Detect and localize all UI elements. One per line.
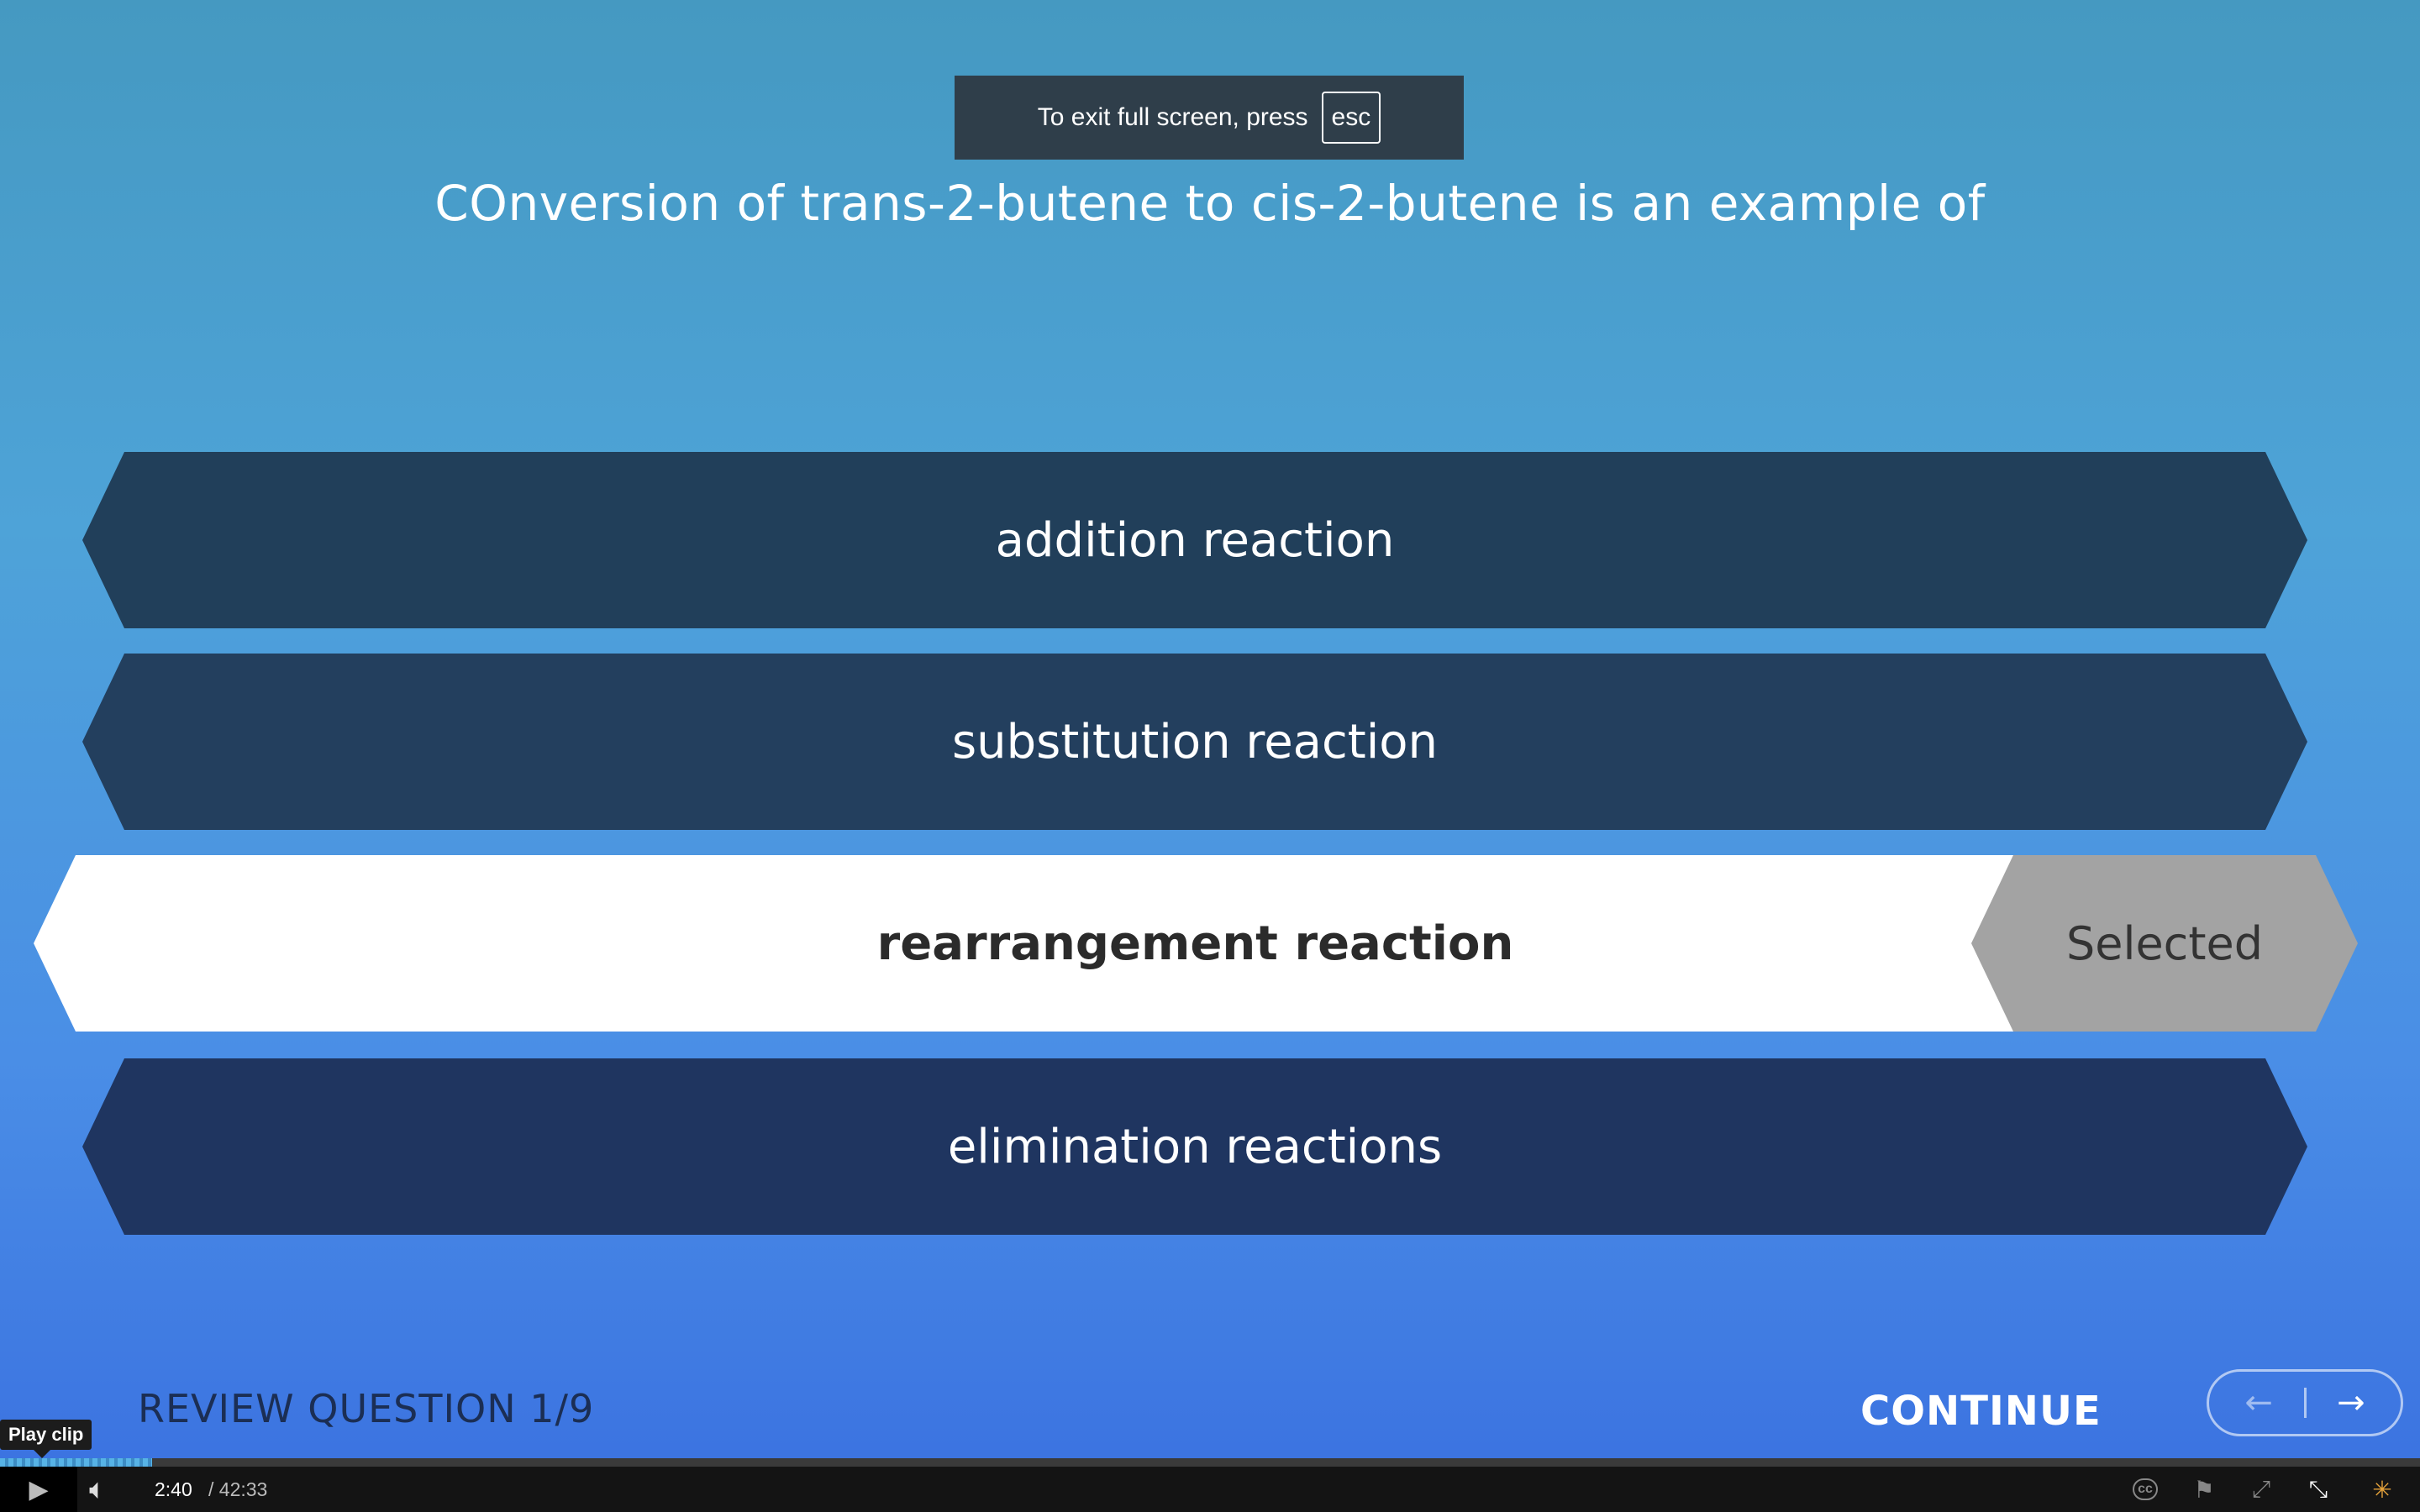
- selected-badge: Selected: [1971, 855, 2358, 1032]
- quiz-stage: To exit full screen, press esc COnversio…: [0, 0, 2420, 1458]
- fullscreen-notice-text: To exit full screen, press: [1037, 103, 1308, 131]
- answer-option-rearrangement[interactable]: rearrangement reaction Selected: [34, 855, 2358, 1032]
- total-time: / 42:33: [208, 1478, 268, 1500]
- flag-button[interactable]: ⚑: [2183, 1467, 2225, 1512]
- fullscreen-icon: ⤢: [2251, 1475, 2271, 1503]
- fullscreen-notice: To exit full screen, press esc: [955, 76, 1464, 160]
- answer-option-label: elimination reactions: [947, 1119, 1443, 1174]
- video-player-bar: ▶ 🔈︎ 2:40 / 42:33 cc ⚑ ⤢ ⤡ ✳: [0, 1458, 2420, 1512]
- prev-arrow-icon[interactable]: ←: [2244, 1383, 2273, 1422]
- play-clip-tooltip: Play clip: [0, 1420, 92, 1458]
- review-question-counter: REVIEW QUESTION 1/9: [138, 1386, 595, 1431]
- answer-option-selected-body: rearrangement reaction: [34, 855, 2033, 1032]
- nav-divider: [2303, 1388, 2307, 1418]
- play-icon: ▶: [29, 1474, 49, 1504]
- answer-option-label: addition reaction: [995, 512, 1395, 568]
- question-text: COnversion of trans-2-butene to cis-2-bu…: [434, 175, 1986, 232]
- progress-bar[interactable]: [0, 1458, 2420, 1467]
- closed-captions-button[interactable]: cc: [2124, 1467, 2166, 1512]
- answer-option-elimination[interactable]: elimination reactions: [82, 1058, 2307, 1235]
- answer-option-addition[interactable]: addition reaction: [82, 452, 2307, 628]
- fullscreen-button[interactable]: ⤢: [2240, 1467, 2282, 1512]
- brand-logo-button[interactable]: ✳: [2361, 1467, 2403, 1512]
- exit-fullscreen-button[interactable]: ⤡: [2297, 1467, 2339, 1512]
- next-arrow-icon[interactable]: →: [2337, 1383, 2365, 1422]
- exit-fullscreen-icon: ⤡: [2308, 1475, 2328, 1503]
- answer-option-substitution[interactable]: substitution reaction: [82, 654, 2307, 830]
- esc-key-hint: esc: [1321, 92, 1381, 144]
- current-time: 2:40: [155, 1478, 192, 1500]
- flag-icon: ⚑: [2193, 1475, 2215, 1504]
- answer-option-label: substitution reaction: [951, 714, 1439, 769]
- continue-button[interactable]: CONTINUE: [1860, 1388, 2102, 1435]
- logo-icon: ✳: [2372, 1475, 2392, 1504]
- volume-icon: 🔈︎: [89, 1473, 107, 1506]
- play-button[interactable]: ▶: [0, 1467, 77, 1512]
- volume-button[interactable]: 🔈︎: [89, 1467, 131, 1512]
- closed-captions-icon: cc: [2133, 1478, 2158, 1500]
- progress-played: [0, 1458, 153, 1467]
- question-nav: ← →: [2207, 1369, 2403, 1436]
